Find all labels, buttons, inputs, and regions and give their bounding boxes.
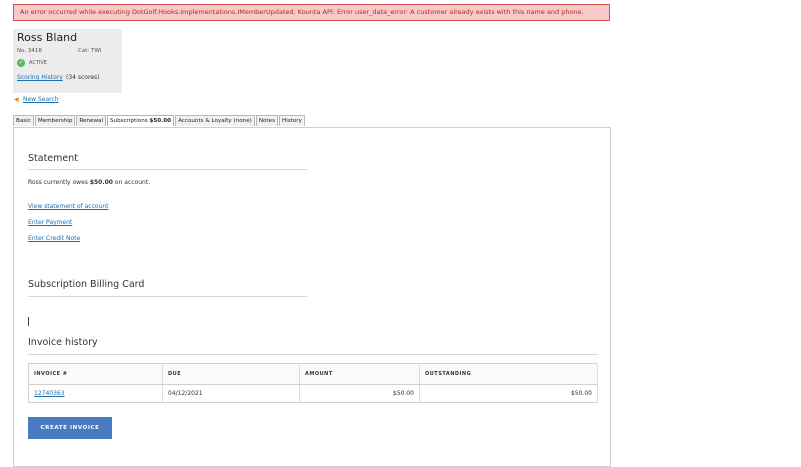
enter-credit-note-link[interactable]: Enter Credit Note: [28, 235, 80, 242]
arrow-left-icon: ◀: [14, 96, 19, 103]
tab-renewal[interactable]: Renewal: [76, 115, 107, 126]
error-message: An error occurred while executing DotGol…: [20, 8, 584, 16]
subscriptions-balance-badge: $50.00: [149, 118, 172, 124]
create-invoice-button[interactable]: CREATE INVOICE: [28, 417, 112, 439]
scoring-count: (34 scores): [66, 74, 100, 81]
column-due: DUE: [162, 363, 300, 385]
tab-basic[interactable]: Basic: [13, 115, 34, 126]
invoice-number-link[interactable]: 12740363: [34, 390, 65, 397]
tab-history[interactable]: History: [278, 115, 305, 126]
column-invoice-number: INVOICE #: [28, 363, 163, 385]
column-amount: AMOUNT: [299, 363, 420, 385]
text-cursor: [28, 317, 29, 326]
billing-card-divider: [28, 296, 307, 297]
enter-payment-link[interactable]: Enter Payment: [28, 219, 72, 226]
view-statement-link[interactable]: View statement of account: [28, 203, 109, 210]
invoice-amount: $50.00: [299, 384, 420, 403]
subscriptions-panel: Statement Ross currently owes $50.00 on …: [13, 127, 611, 467]
tab-membership[interactable]: Membership: [34, 115, 76, 126]
billing-card-title: Subscription Billing Card: [28, 279, 145, 290]
invoice-table-header: INVOICE # DUE AMOUNT OUTSTANDING: [28, 363, 598, 385]
tab-accounts-loyalty[interactable]: Accounts & Loyalty (none): [175, 115, 255, 126]
error-banner: An error occurred while executing DotGol…: [13, 4, 610, 21]
member-summary-card: Ross Bland No. 3418 Cat: TWI ✓ ACTIVE Sc…: [13, 29, 122, 93]
tab-notes[interactable]: Notes: [255, 115, 278, 126]
invoice-history-divider: [28, 354, 598, 355]
member-category: Cat: TWI: [78, 48, 102, 54]
scoring-history-link[interactable]: Scoring History: [17, 74, 63, 81]
member-status: ACTIVE: [29, 60, 47, 66]
tab-subscriptions[interactable]: Subscriptions $50.00: [107, 115, 175, 126]
invoice-due-date: 04/12/2021: [162, 384, 300, 403]
statement-owes-text: Ross currently owes $50.00 on account.: [28, 179, 151, 186]
invoice-outstanding: $50.00: [419, 384, 598, 403]
statement-divider: [28, 169, 307, 170]
member-number: No. 3418: [17, 48, 42, 54]
invoice-history-title: Invoice history: [28, 337, 98, 348]
table-row: 12740363 04/12/2021 $50.00 $50.00: [28, 384, 598, 403]
statement-title: Statement: [28, 153, 78, 164]
member-tabs: Basic Membership Renewal Subscriptions $…: [13, 115, 306, 127]
invoice-table: INVOICE # DUE AMOUNT OUTSTANDING 1274036…: [28, 363, 598, 403]
owes-amount: $50.00: [89, 179, 113, 186]
new-search-link[interactable]: New Search: [23, 96, 59, 103]
column-outstanding: OUTSTANDING: [419, 363, 598, 385]
check-circle-icon: ✓: [17, 59, 25, 67]
member-name: Ross Bland: [17, 31, 78, 44]
